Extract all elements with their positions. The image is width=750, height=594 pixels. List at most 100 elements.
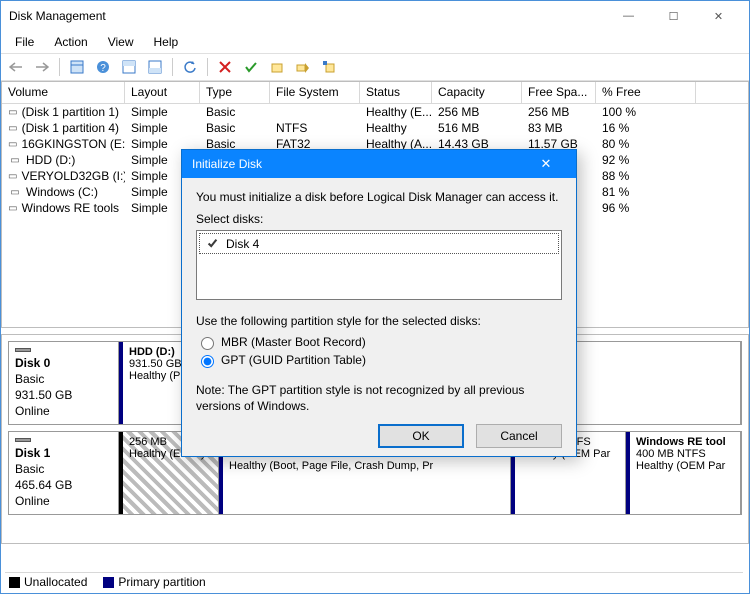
disk-size: 931.50 GB bbox=[15, 388, 112, 402]
cell-fs: NTFS bbox=[270, 121, 360, 135]
legend-unallocated-label: Unallocated bbox=[24, 575, 87, 589]
disk-list-box[interactable]: Disk 4 bbox=[196, 230, 562, 300]
disk-label: Disk 0 Basic 931.50 GB Online bbox=[9, 342, 119, 424]
col-filesystem[interactable]: File System bbox=[270, 82, 360, 103]
disk-size: 465.64 GB bbox=[15, 478, 112, 492]
volume-icon: ▭ bbox=[8, 123, 18, 134]
volume-icon: ▭ bbox=[8, 107, 18, 118]
ok-button[interactable]: OK bbox=[378, 424, 464, 448]
menubar: File Action View Help bbox=[1, 31, 749, 53]
disk-label: Disk 1 Basic 465.64 GB Online bbox=[9, 432, 119, 514]
legend-unallocated-swatch bbox=[9, 577, 20, 588]
cell-status: Healthy (E... bbox=[360, 105, 432, 119]
forward-icon[interactable] bbox=[31, 56, 53, 78]
volume-name: VERYOLD32GB (I:) bbox=[21, 169, 125, 183]
gpt-label: GPT (GUID Partition Table) bbox=[221, 353, 366, 367]
legend-primary-label: Primary partition bbox=[118, 575, 205, 589]
disk-item[interactable]: Disk 4 bbox=[199, 233, 559, 254]
volume-icon: ▭ bbox=[8, 155, 22, 166]
gpt-option[interactable]: GPT (GUID Partition Table) bbox=[196, 352, 562, 368]
minimize-button[interactable]: — bbox=[606, 2, 651, 30]
toolbar: ? bbox=[1, 53, 749, 81]
volume-name: 16GKINGSTON (E:) bbox=[21, 137, 125, 151]
cell-pct-free: 81 % bbox=[596, 185, 696, 199]
disk-icon bbox=[15, 438, 31, 442]
list-bottom-icon[interactable] bbox=[144, 56, 166, 78]
window-title: Disk Management bbox=[9, 9, 606, 23]
cell-layout: Simple bbox=[125, 121, 200, 135]
apply-icon[interactable] bbox=[240, 56, 262, 78]
col-status[interactable]: Status bbox=[360, 82, 432, 103]
gpt-radio[interactable] bbox=[201, 355, 214, 368]
menu-view[interactable]: View bbox=[100, 33, 142, 51]
col-layout[interactable]: Layout bbox=[125, 82, 200, 103]
initialize-disk-dialog: Initialize Disk ✕ You must initialize a … bbox=[181, 149, 577, 457]
table-row[interactable]: ▭(Disk 1 partition 1)SimpleBasicHealthy … bbox=[2, 104, 748, 120]
cell-pct-free: 100 % bbox=[596, 105, 696, 119]
partition[interactable]: Windows RE tool 400 MB NTFS Healthy (OEM… bbox=[626, 432, 741, 514]
back-icon[interactable] bbox=[5, 56, 27, 78]
window-titlebar: Disk Management — ☐ ✕ bbox=[1, 1, 749, 31]
dialog-message: You must initialize a disk before Logica… bbox=[196, 190, 562, 204]
mbr-label: MBR (Master Boot Record) bbox=[221, 335, 366, 349]
extend-icon[interactable] bbox=[292, 56, 314, 78]
volume-icon: ▭ bbox=[8, 187, 22, 198]
mbr-option[interactable]: MBR (Master Boot Record) bbox=[196, 334, 562, 350]
cell-capacity: 516 MB bbox=[432, 121, 522, 135]
cell-pct-free: 92 % bbox=[596, 153, 696, 167]
col-free[interactable]: Free Spa... bbox=[522, 82, 596, 103]
cell-type: Basic bbox=[200, 105, 270, 119]
partition-name: Windows RE tool bbox=[636, 436, 734, 448]
svg-text:?: ? bbox=[100, 63, 106, 74]
delete-icon[interactable] bbox=[214, 56, 236, 78]
disk-type: Basic bbox=[15, 372, 112, 386]
menu-file[interactable]: File bbox=[7, 33, 42, 51]
dialog-note: Note: The GPT partition style is not rec… bbox=[196, 382, 562, 414]
volume-name: (Disk 1 partition 4) bbox=[22, 121, 119, 135]
col-volume[interactable]: Volume bbox=[2, 82, 125, 103]
volume-icon: ▭ bbox=[8, 171, 17, 182]
col-type[interactable]: Type bbox=[200, 82, 270, 103]
list-top-icon[interactable] bbox=[118, 56, 140, 78]
cell-pct-free: 96 % bbox=[596, 201, 696, 215]
shrink-icon[interactable] bbox=[318, 56, 340, 78]
help-icon[interactable]: ? bbox=[92, 56, 114, 78]
partition-size: 400 MB NTFS bbox=[636, 448, 734, 460]
close-button[interactable]: ✕ bbox=[696, 2, 741, 30]
new-volume-icon[interactable] bbox=[266, 56, 288, 78]
volume-name: Windows (C:) bbox=[26, 185, 98, 199]
disk-type: Basic bbox=[15, 462, 112, 476]
volumes-view-icon[interactable] bbox=[66, 56, 88, 78]
disk-state: Online bbox=[15, 494, 112, 508]
cell-type: Basic bbox=[200, 121, 270, 135]
dialog-titlebar[interactable]: Initialize Disk ✕ bbox=[182, 150, 576, 178]
disk-icon bbox=[15, 348, 31, 352]
col-pct-free[interactable]: % Free bbox=[596, 82, 696, 103]
partition-style-label: Use the following partition style for th… bbox=[196, 314, 562, 328]
volume-name: (Disk 1 partition 1) bbox=[22, 105, 119, 119]
maximize-button[interactable]: ☐ bbox=[651, 2, 696, 30]
col-capacity[interactable]: Capacity bbox=[432, 82, 522, 103]
disk-name: Disk 0 bbox=[15, 356, 112, 370]
volume-name: HDD (D:) bbox=[26, 153, 75, 167]
column-headers: Volume Layout Type File System Status Ca… bbox=[2, 82, 748, 104]
dialog-close-button[interactable]: ✕ bbox=[526, 156, 566, 172]
menu-action[interactable]: Action bbox=[46, 33, 95, 51]
legend: Unallocated Primary partition bbox=[5, 572, 743, 591]
cell-free: 256 MB bbox=[522, 105, 596, 119]
cell-pct-free: 88 % bbox=[596, 169, 696, 183]
legend-primary-swatch bbox=[103, 577, 114, 588]
volume-name: Windows RE tools bbox=[22, 201, 119, 215]
cell-status: Healthy bbox=[360, 121, 432, 135]
disk-checkbox[interactable] bbox=[206, 237, 219, 250]
refresh-icon[interactable] bbox=[179, 56, 201, 78]
disk-state: Online bbox=[15, 404, 112, 418]
cancel-button[interactable]: Cancel bbox=[476, 424, 562, 448]
mbr-radio[interactable] bbox=[201, 337, 214, 350]
volume-icon: ▭ bbox=[8, 139, 17, 150]
cell-capacity: 256 MB bbox=[432, 105, 522, 119]
menu-help[interactable]: Help bbox=[146, 33, 187, 51]
table-row[interactable]: ▭ (Disk 1 partition 4) SimpleBasicNTFSHeal… bbox=[2, 120, 748, 136]
select-disks-label: Select disks: bbox=[196, 212, 562, 226]
cell-pct-free: 16 % bbox=[596, 121, 696, 135]
